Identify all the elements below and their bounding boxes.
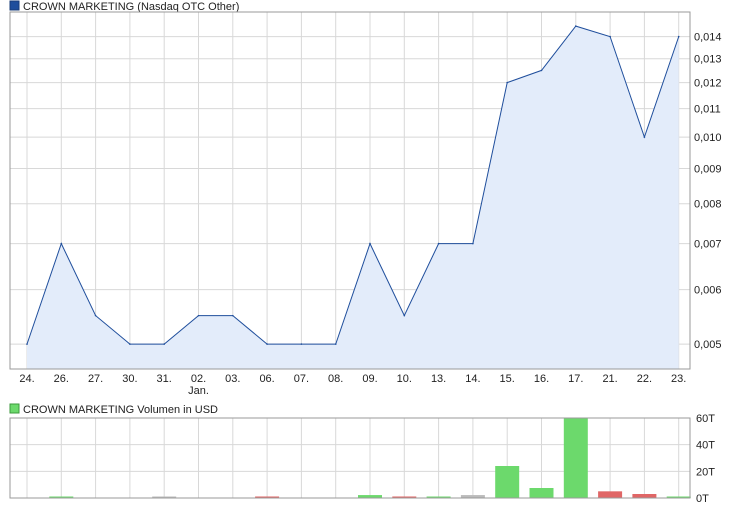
volume-y-tick-label: 0T <box>696 493 709 505</box>
price-x-sublabel: Jan. <box>188 385 209 397</box>
volume-bar <box>495 466 520 498</box>
price-x-tick-label: 08. <box>328 373 343 385</box>
stock-chart: CROWN MARKETING (Nasdaq OTC Other) 0,005… <box>9 0 722 505</box>
price-x-tick-label: 07. <box>294 373 309 385</box>
price-x-tick-label: 16. <box>534 373 549 385</box>
volume-bar <box>529 488 554 498</box>
price-legend-swatch <box>9 0 20 11</box>
price-point <box>197 314 200 317</box>
volume-legend-swatch <box>9 403 20 414</box>
volume-frame <box>9 417 691 499</box>
price-x-tick-label: 23. <box>671 373 686 385</box>
price-x-tick-label: 15. <box>500 373 515 385</box>
price-x-tick-label: 10. <box>397 373 412 385</box>
price-y-tick-label: 0,006 <box>694 285 722 297</box>
price-y-tick-label: 0,008 <box>694 199 722 211</box>
price-x-tick-label: 22. <box>637 373 652 385</box>
price-y-tick-label: 0,011 <box>694 104 721 116</box>
price-point <box>163 343 165 345</box>
price-point <box>266 343 268 345</box>
price-x-axis: 24. 26. 27. 30. 31. 02. 03. 06. 07. 08. 09. 10. 13. 1… <box>19 373 686 397</box>
price-x-tick-label: 09. <box>362 373 377 385</box>
price-x-tick-label: 13. <box>431 373 446 385</box>
price-y-tick-label: 0,013 <box>694 54 722 66</box>
price-x-tick-label: 24. <box>19 373 34 385</box>
price-point <box>437 242 440 245</box>
volume-y-tick-label: 60T <box>696 413 715 425</box>
price-point <box>609 35 611 38</box>
volume-bar <box>563 418 588 498</box>
price-point <box>60 242 63 245</box>
volume-bar <box>632 494 657 498</box>
price-point <box>403 314 406 317</box>
price-x-tick-label: 21. <box>602 373 617 385</box>
price-point <box>232 314 234 317</box>
price-x-tick-label: 31. <box>157 373 172 385</box>
volume-legend-label: CROWN MARKETING Volumen in USD <box>23 404 218 416</box>
price-point <box>300 343 303 345</box>
volume-y-tick-label: 40T <box>696 440 715 452</box>
price-point <box>369 242 371 245</box>
price-area-fill <box>27 26 679 369</box>
price-y-tick-label: 0,007 <box>694 239 722 251</box>
volume-grid <box>10 417 690 499</box>
price-x-tick-label: 06. <box>259 373 274 385</box>
price-x-tick-label: 17. <box>568 373 583 385</box>
price-point <box>506 81 509 84</box>
price-x-tick-label: 30. <box>122 373 137 385</box>
price-x-tick-label: 14. <box>465 373 480 385</box>
price-point <box>129 343 131 345</box>
price-point <box>677 35 680 38</box>
price-y-tick-label: 0,010 <box>694 132 722 144</box>
price-point <box>94 314 97 317</box>
volume-y-tick-label: 20T <box>696 466 715 478</box>
price-y-tick-label: 0,005 <box>694 339 722 351</box>
price-point <box>26 343 28 345</box>
price-point <box>575 25 577 27</box>
volume-bar <box>598 491 623 498</box>
price-y-tick-label: 0,014 <box>694 32 722 44</box>
price-point <box>643 136 646 138</box>
price-x-tick-label: 26. <box>54 373 69 385</box>
price-point <box>334 343 337 345</box>
price-y-axis: 0,005 0,006 0,007 0,008 0,009 0,010 0,011 0,012… <box>694 32 722 352</box>
price-x-tick-label: 02. <box>191 373 206 385</box>
price-point <box>540 69 543 72</box>
price-x-tick-label: 27. <box>88 373 103 385</box>
price-x-tick-label: 03. <box>225 373 240 385</box>
volume-y-axis: 0T 20T 40T 60T <box>696 413 715 505</box>
price-plot <box>26 25 680 369</box>
price-point <box>472 242 474 245</box>
price-y-tick-label: 0,012 <box>694 78 722 90</box>
price-legend-label: CROWN MARKETING (Nasdaq OTC Other) <box>23 1 239 13</box>
price-y-tick-label: 0,009 <box>694 164 722 176</box>
